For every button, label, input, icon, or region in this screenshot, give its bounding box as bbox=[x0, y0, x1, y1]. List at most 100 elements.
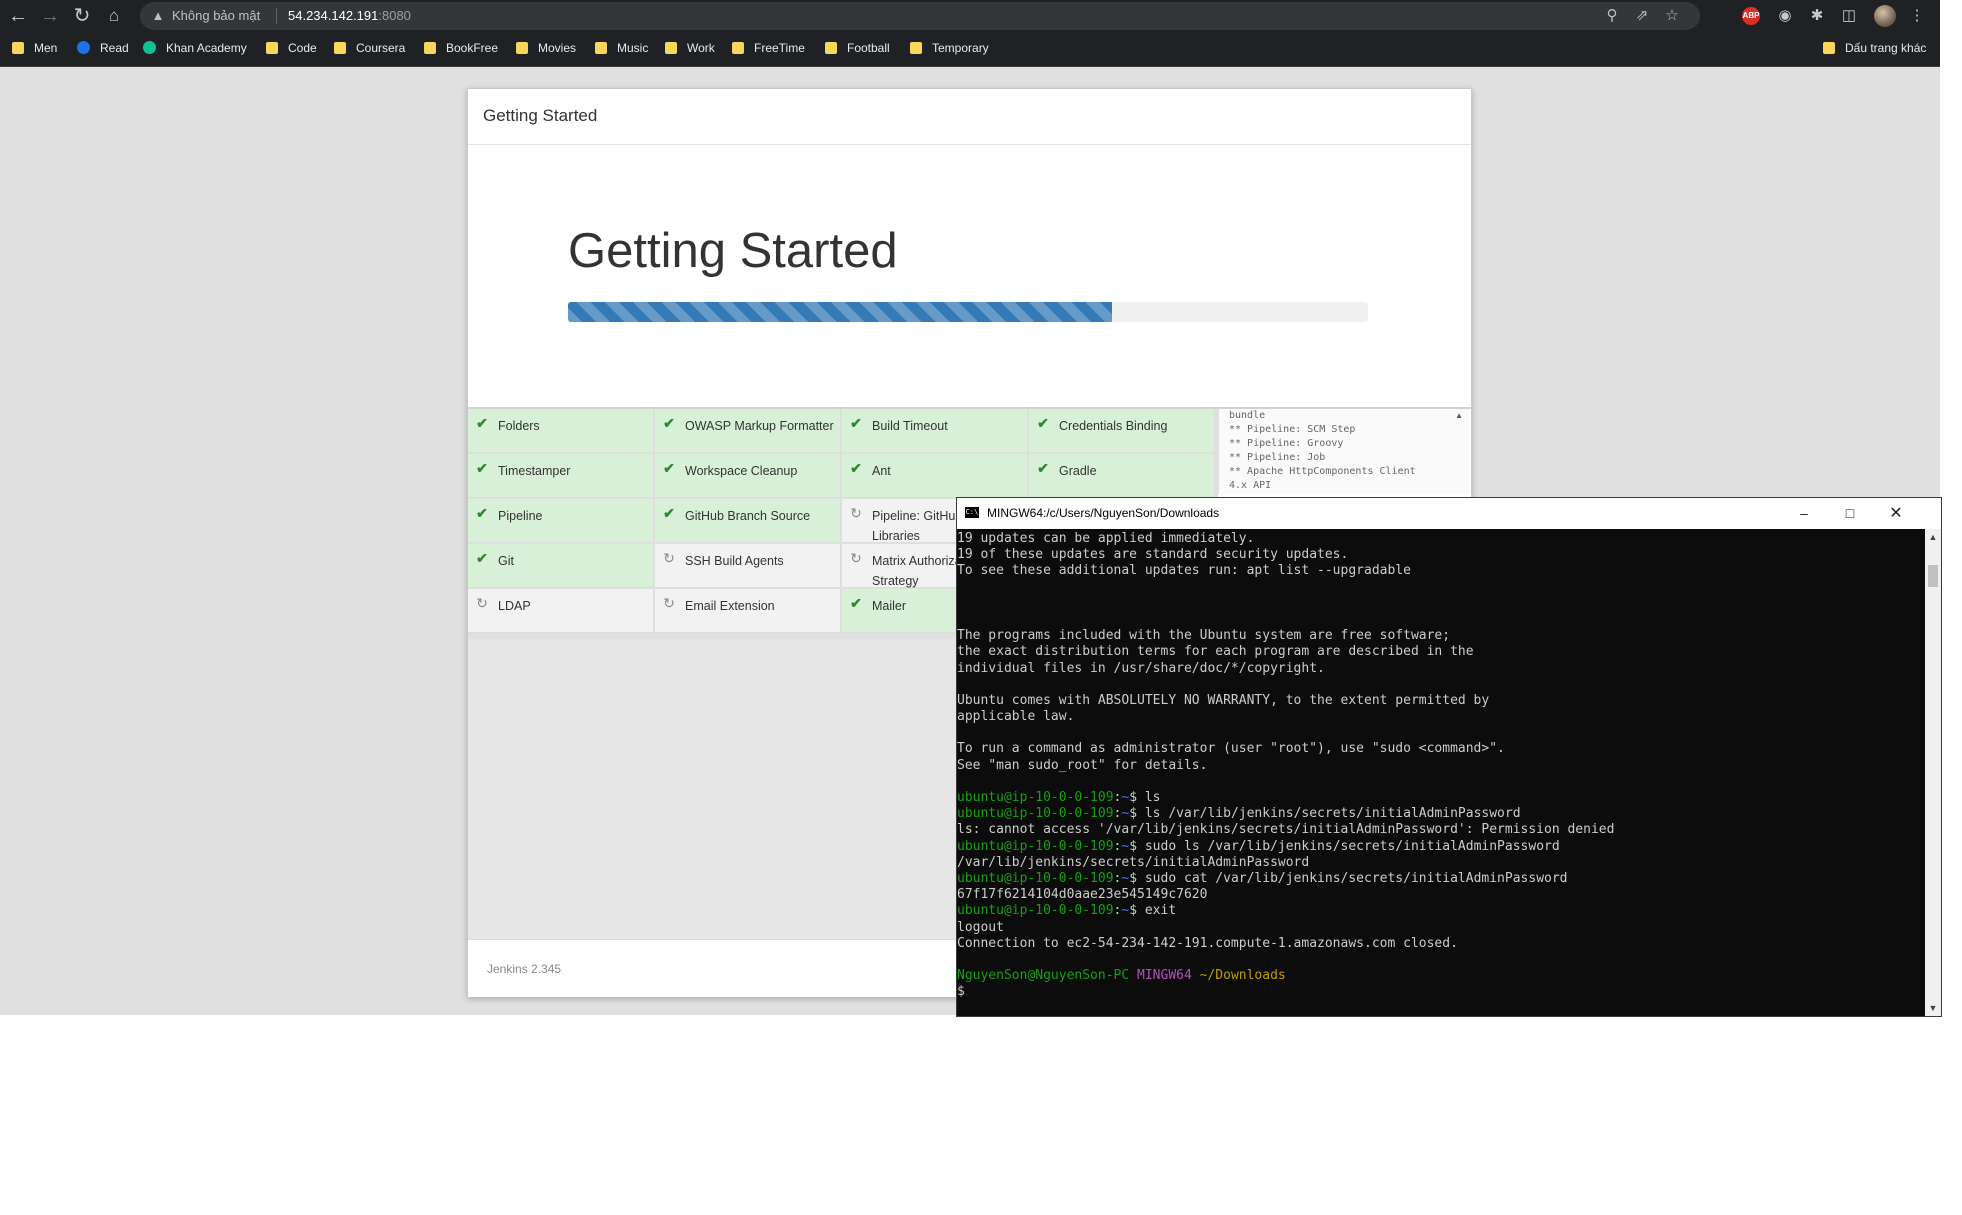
bookmark-folder[interactable]: Music bbox=[595, 41, 648, 57]
url-host: 54.234.142.191 bbox=[288, 8, 379, 23]
checkmark-icon: ✔ bbox=[663, 460, 675, 476]
plugin-label: Ant bbox=[872, 464, 891, 478]
command-text: $ sudo ls /var/lib/jenkins/secrets/initi… bbox=[1129, 838, 1560, 854]
folder-icon bbox=[424, 42, 436, 54]
key-icon[interactable]: ⚲ bbox=[1602, 6, 1622, 26]
log-line: ** Pipeline: Job bbox=[1229, 452, 1326, 463]
bookmark-folder[interactable]: Football bbox=[825, 41, 890, 57]
checkmark-icon: ✔ bbox=[476, 415, 488, 431]
install-progress-bar bbox=[568, 302, 1368, 322]
bookmark-folder[interactable]: FreeTime bbox=[732, 41, 805, 57]
khan-academy-icon bbox=[143, 41, 156, 54]
plugin-label: Build Timeout bbox=[872, 419, 948, 433]
remote-prompt-user: ubuntu@ip-10-0-0-109 bbox=[957, 838, 1114, 854]
maximize-icon[interactable]: □ bbox=[1827, 498, 1873, 529]
other-bookmarks-label: Dấu trang khác bbox=[1845, 41, 1927, 55]
output-text: The programs included with the Ubuntu sy… bbox=[957, 628, 1451, 644]
bookmark-link[interactable]: Read bbox=[77, 41, 129, 57]
checkmark-icon: ✔ bbox=[476, 460, 488, 476]
terminal-app-icon: C:\ bbox=[965, 507, 979, 518]
address-bar[interactable]: ▲ Không bảo mật 54.234.142.191:8080 ⚲ ⇗ … bbox=[140, 2, 1700, 30]
log-line: ** Apache HttpComponents Client bbox=[1229, 466, 1416, 477]
bookmark-link[interactable]: Khan Academy bbox=[143, 41, 247, 57]
terminal-line: 19 of these updates are standard securit… bbox=[957, 547, 1923, 563]
minimize-icon[interactable]: – bbox=[1781, 498, 1827, 529]
security-label[interactable]: Không bảo mật bbox=[172, 8, 260, 23]
bookmark-folder[interactable]: Men bbox=[12, 41, 57, 57]
spinner-icon: ↻ bbox=[663, 595, 675, 611]
share-icon[interactable]: ⇗ bbox=[1632, 6, 1652, 26]
bookmark-label: Temporary bbox=[932, 41, 989, 55]
bookmark-folder[interactable]: Coursera bbox=[334, 41, 405, 57]
bookmark-folder[interactable]: Temporary bbox=[910, 41, 989, 57]
terminal-line: ubuntu@ip-10-0-0-109:~$ ls bbox=[957, 790, 1161, 805]
terminal-line: /var/lib/jenkins/secrets/initialAdminPas… bbox=[957, 855, 1923, 871]
output-text: $ bbox=[957, 984, 965, 1000]
mingw-terminal-window[interactable]: C:\ MINGW64:/c/Users/NguyenSon/Downloads… bbox=[956, 497, 1942, 1017]
close-icon[interactable]: ✕ bbox=[1873, 498, 1919, 529]
install-log[interactable]: ▲ bundle ** Pipeline: SCM Step ** Pipeline… bbox=[1218, 409, 1469, 494]
star-icon[interactable]: ☆ bbox=[1662, 6, 1682, 26]
terminal-line: Ubuntu comes with ABSOLUTELY NO WARRANTY… bbox=[957, 693, 1923, 709]
scroll-up-arrow-icon[interactable]: ▲ bbox=[1455, 411, 1463, 420]
scroll-up-arrow-icon[interactable]: ▲ bbox=[1925, 529, 1941, 545]
side-panel-icon[interactable]: ◫ bbox=[1838, 5, 1860, 27]
output-text: See "man sudo_root" for details. bbox=[957, 757, 1208, 773]
terminal-titlebar[interactable]: C:\ MINGW64:/c/Users/NguyenSon/Downloads… bbox=[957, 498, 1941, 529]
address-toolbar: ← → ↻ ⌂ ▲ Không bảo mật 54.234.142.191:8… bbox=[0, 0, 1940, 32]
checkmark-icon: ✔ bbox=[850, 460, 862, 476]
extensions-puzzle-icon[interactable]: ✱ bbox=[1806, 5, 1828, 27]
plugin-label: OWASP Markup Formatter bbox=[685, 419, 834, 433]
plugin-label: Pipeline bbox=[498, 509, 543, 523]
bookmark-label: Football bbox=[847, 41, 890, 55]
log-line: ** Pipeline: SCM Step bbox=[1229, 424, 1356, 435]
remote-prompt-user: ubuntu@ip-10-0-0-109 bbox=[957, 870, 1114, 886]
bookmark-folder[interactable]: Movies bbox=[516, 41, 576, 57]
bookmark-folder[interactable]: Code bbox=[266, 41, 317, 57]
folder-icon bbox=[334, 42, 346, 54]
output-text: Connection to ec2-54-234-142-191.compute… bbox=[957, 935, 1458, 951]
profile-avatar[interactable] bbox=[1874, 5, 1896, 27]
log-line: ** Pipeline: Groovy bbox=[1229, 438, 1344, 449]
home-icon[interactable]: ⌂ bbox=[102, 4, 126, 28]
camera-icon[interactable]: ◉ bbox=[1774, 5, 1796, 27]
output-text: 19 updates can be applied immediately. bbox=[957, 531, 1255, 546]
other-bookmarks[interactable]: Dấu trang khác bbox=[1823, 41, 1926, 57]
menu-kebab-icon[interactable]: ⋮ bbox=[1906, 5, 1928, 27]
folder-icon bbox=[12, 42, 24, 54]
folder-icon bbox=[595, 42, 607, 54]
folder-icon bbox=[732, 42, 744, 54]
remote-prompt-user: ubuntu@ip-10-0-0-109 bbox=[957, 790, 1114, 805]
terminal-scrollbar[interactable]: ▲ ▼ bbox=[1925, 529, 1941, 1016]
forward-arrow-icon[interactable]: → bbox=[38, 4, 62, 28]
output-text: To run a command as administrator (user … bbox=[957, 741, 1505, 757]
plugin-item: ✔ Timestamper bbox=[468, 454, 654, 498]
scroll-down-arrow-icon[interactable]: ▼ bbox=[1925, 1000, 1941, 1016]
terminal-line: To see these additional updates run: apt… bbox=[957, 563, 1923, 579]
reload-icon[interactable]: ↻ bbox=[70, 4, 94, 28]
omnibox-divider bbox=[276, 8, 277, 24]
terminal-line: NguyenSon@NguyenSon-PC MINGW64 ~/Downloa… bbox=[957, 968, 1923, 984]
folder-icon bbox=[825, 42, 837, 54]
terminal-output[interactable]: 19 updates can be applied immediately. 19… bbox=[957, 529, 1923, 1018]
plugin-label: Git bbox=[498, 554, 514, 568]
remote-prompt-user: ubuntu@ip-10-0-0-109 bbox=[957, 806, 1114, 822]
bookmark-folder[interactable]: BookFree bbox=[424, 41, 498, 57]
folder-icon bbox=[1823, 42, 1835, 54]
url-text[interactable]: 54.234.142.191:8080 bbox=[288, 8, 411, 23]
back-arrow-icon[interactable]: ← bbox=[6, 4, 30, 28]
plugin-item: ✔ Workspace Cleanup bbox=[655, 454, 841, 498]
folder-icon bbox=[910, 42, 922, 54]
folder-icon bbox=[516, 42, 528, 54]
plugin-item: ✔ Pipeline bbox=[468, 499, 654, 543]
bookmark-folder[interactable]: Work bbox=[665, 41, 715, 57]
terminal-line: Connection to ec2-54-234-142-191.compute… bbox=[957, 936, 1923, 952]
checkmark-icon: ✔ bbox=[1037, 415, 1049, 431]
adblock-plus-icon[interactable]: ABP bbox=[1742, 7, 1760, 25]
bookmark-label: BookFree bbox=[446, 41, 499, 55]
plugin-item: ✔ Gradle bbox=[1029, 454, 1215, 498]
terminal-line: The programs included with the Ubuntu sy… bbox=[957, 628, 1923, 644]
plugin-label: Timestamper bbox=[498, 464, 571, 478]
scroll-thumb[interactable] bbox=[1928, 565, 1938, 587]
